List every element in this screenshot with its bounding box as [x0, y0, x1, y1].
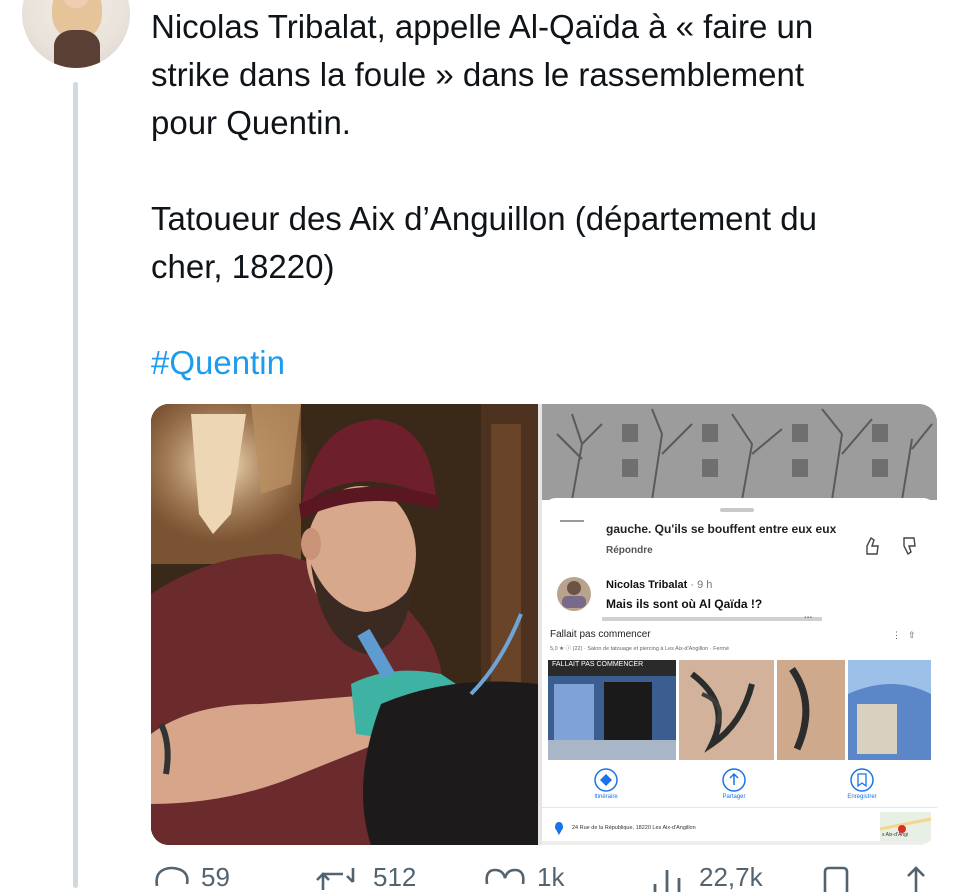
avatar-shirt — [54, 30, 100, 68]
comment-time: · 9 h — [690, 579, 713, 591]
more-icon[interactable]: ⋮ — [892, 630, 901, 641]
business-name[interactable]: Fallait pas commencer — [550, 629, 651, 640]
reply-count: 59 — [201, 862, 230, 892]
thread-line — [73, 82, 78, 888]
tweet-line: strike dans la foule » dans le rassemble… — [151, 56, 805, 93]
screenshot-illustration — [542, 404, 937, 845]
tweet-body: Nicolas Tribalat, appelle Al-Qaïda à « f… — [151, 3, 941, 387]
repost-count: 512 — [373, 862, 417, 892]
hashtag-link[interactable]: #Quentin — [151, 344, 285, 381]
business-meta: 5,0 ★ ⓘ (22) · Salon de tatouage et pier… — [550, 646, 730, 652]
comment-overflow: ... — [804, 610, 813, 621]
like-count: 1k — [537, 862, 565, 892]
tweet-line: cher, 18220) — [151, 248, 335, 285]
tattoo-artist-illustration — [151, 404, 538, 845]
media-grid[interactable]: gauche. Qu'ils se bouffent entre eux eux… — [151, 404, 937, 845]
map-label: s Aix-d'Angi — [882, 832, 908, 838]
directions-button[interactable]: Itinéraire — [576, 794, 636, 800]
tweet-line: Tatoueur des Aix d’Anguillon (départemen… — [151, 200, 817, 237]
previous-comment-text: gauche. Qu'ils se bouffent entre eux eux — [606, 522, 837, 536]
commenter-name[interactable]: Nicolas Tribalat — [606, 579, 687, 591]
save-button[interactable]: Enregistrer — [832, 794, 892, 800]
share-small-icon[interactable]: ⇧ — [908, 630, 916, 641]
views-count: 22,7k — [699, 862, 763, 892]
comment-text: Mais ils sont où Al Qaïda !? — [606, 597, 763, 611]
screenshot-image[interactable]: gauche. Qu'ils se bouffent entre eux eux… — [542, 404, 937, 845]
tweet-line: pour Quentin. — [151, 104, 351, 141]
tattoo-artist-photo[interactable] — [151, 404, 538, 845]
reply-link[interactable]: Répondre — [606, 545, 653, 556]
tweet-line: Nicolas Tribalat, appelle Al-Qaïda à « f… — [151, 8, 814, 45]
share-button[interactable]: Partager — [704, 794, 764, 800]
author-avatar[interactable] — [22, 0, 130, 68]
storefront-sign: FALLAIT PAS COMMENCER — [552, 661, 644, 668]
address-text: 24 Rue de la République, 18220 Les Aix-d… — [572, 825, 696, 831]
